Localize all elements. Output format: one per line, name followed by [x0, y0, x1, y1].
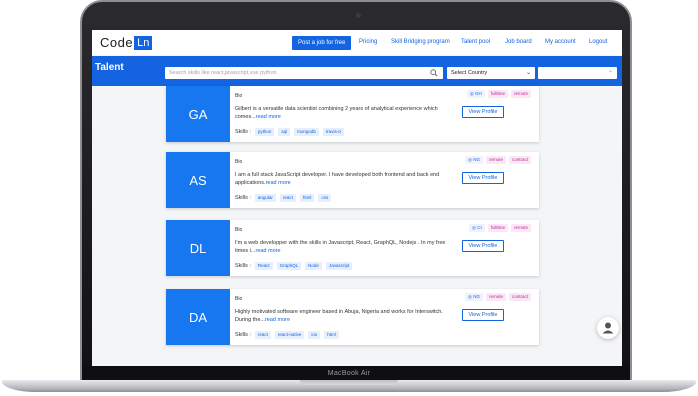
skills-label: Skills :: [235, 332, 251, 338]
tags-row: ◎ NG remote contract: [465, 156, 531, 164]
talent-card: DA Bio Highly motivated software enginee…: [166, 289, 539, 345]
location-tag: ◎ NG: [465, 156, 483, 164]
skill-tag: react: [254, 331, 271, 339]
skills-label: Skills :: [235, 129, 251, 135]
post-job-button[interactable]: Post a job for free: [292, 36, 352, 50]
bio-text: Gilbert is a versatile data scientist co…: [235, 105, 455, 121]
camera-dot: [356, 13, 361, 18]
skill-tag: Javascript: [325, 262, 353, 270]
nav-link-logout[interactable]: Logout: [589, 39, 607, 45]
location-code: NG: [473, 157, 480, 162]
screen: Code Ln Post a job for free Pricing Skil…: [92, 30, 622, 366]
job-type-tag: fulltime: [487, 90, 508, 98]
skill-tag: ios: [308, 331, 321, 339]
tags-row: ◎ GH fulltime remote: [466, 90, 531, 98]
skills-row: Skills : angular react html css: [235, 194, 332, 202]
nav-link-skill-bridging[interactable]: Skill Bridging program: [391, 39, 450, 45]
view-profile-button[interactable]: View Profile: [462, 172, 504, 184]
search-input[interactable]: [169, 67, 419, 79]
job-type-tag: contract: [508, 156, 531, 164]
user-icon: [602, 322, 614, 334]
job-type-tag: remote: [510, 90, 531, 98]
base-notch: [300, 380, 398, 385]
skills-row: Skills : react react-native ios html: [235, 331, 339, 339]
skill-tag: mongodb: [294, 128, 319, 136]
read-more-link[interactable]: read more: [265, 317, 290, 323]
bio-label: Bio: [235, 159, 243, 165]
location-code: GH: [474, 91, 482, 96]
location-tag: ◎ GH: [466, 90, 485, 98]
skill-tag: travis-ci: [322, 128, 345, 136]
skill-tag: React: [254, 262, 273, 270]
skills-label: Skills :: [235, 263, 251, 269]
view-profile-button[interactable]: View Profile: [462, 240, 504, 252]
skill-tag: angular: [254, 194, 276, 202]
job-type-tag: fulltime: [487, 224, 508, 232]
read-more-link[interactable]: read more: [255, 248, 280, 254]
bio-text: Highly motivated software engineer based…: [235, 308, 455, 324]
skill-tag: python: [254, 128, 275, 136]
skill-tag: react-native: [274, 331, 305, 339]
tags-row: ◎ NG remote contract: [465, 293, 531, 301]
logo-box: Ln: [134, 35, 153, 50]
skill-tag: html: [299, 194, 315, 202]
page-title: Talent: [95, 62, 124, 73]
read-more-link[interactable]: read more: [266, 180, 291, 186]
initials-tile: DL: [166, 220, 230, 276]
skill-tag: html: [324, 331, 339, 339]
skill-tag: GraphQL: [276, 262, 302, 270]
nav-link-job-board[interactable]: Job board: [505, 39, 532, 45]
country-select-value: Select Country: [451, 70, 488, 76]
nav-link-talent-pool[interactable]: Talent pool: [461, 39, 490, 45]
country-select[interactable]: Select Country ⌄: [447, 67, 535, 79]
initials-tile: DA: [166, 289, 230, 345]
device-model-label: MacBook Air: [327, 370, 371, 377]
talent-header: Talent Select Country ⌄ ⌄: [92, 56, 622, 86]
search-box: [165, 67, 443, 79]
chevron-down-icon: ⌄: [525, 70, 531, 76]
view-profile-button[interactable]: View Profile: [462, 106, 504, 118]
location-code: NG: [473, 294, 480, 299]
support-avatar-button[interactable]: [597, 317, 619, 339]
initials-tile: GA: [166, 86, 230, 142]
bio-text: I am a full stack JavaScript developer. …: [235, 171, 455, 187]
job-type-tag: remote: [485, 293, 506, 301]
bio-text: I'm a web developper with the skills in …: [235, 239, 455, 255]
secondary-select[interactable]: ⌄: [538, 67, 617, 79]
skill-tag: sql: [278, 128, 291, 136]
location-tag: ◎ NG: [465, 293, 483, 301]
skills-row: Skills : React GraphQL Node Javascript: [235, 262, 353, 270]
read-more-link[interactable]: read more: [256, 114, 281, 120]
talent-card: GA Bio Gilbert is a versatile data scien…: [166, 86, 539, 142]
talent-card: AS Bio I am a full stack JavaScript deve…: [166, 152, 539, 208]
logo-word: Code: [100, 35, 134, 50]
skills-label: Skills :: [235, 195, 251, 201]
location-code: CI: [477, 225, 482, 230]
logo[interactable]: Code Ln: [100, 35, 153, 50]
search-icon[interactable]: [430, 69, 438, 77]
job-type-tag: contract: [508, 293, 531, 301]
nav-link-my-account[interactable]: My account: [545, 39, 576, 45]
skill-tag: Node: [305, 262, 322, 270]
job-type-tag: remote: [510, 224, 531, 232]
skill-tag: react: [279, 194, 296, 202]
bio-label: Bio: [235, 93, 243, 99]
chevron-down-icon: ⌄: [607, 68, 613, 74]
bio-label: Bio: [235, 227, 243, 233]
skills-row: Skills : python sql mongodb travis-ci: [235, 128, 345, 136]
view-profile-button[interactable]: View Profile: [462, 309, 504, 321]
nav-link-pricing[interactable]: Pricing: [359, 39, 377, 45]
location-tag: ◎ CI: [469, 224, 485, 232]
tags-row: ◎ CI fulltime remote: [469, 224, 531, 232]
job-type-tag: remote: [485, 156, 506, 164]
top-nav: Code Ln Post a job for free Pricing Skil…: [92, 30, 622, 55]
initials-tile: AS: [166, 152, 230, 208]
skill-tag: css: [318, 194, 332, 202]
talent-card: DL Bio I'm a web developper with the ski…: [166, 220, 539, 276]
bio-label: Bio: [235, 296, 243, 302]
